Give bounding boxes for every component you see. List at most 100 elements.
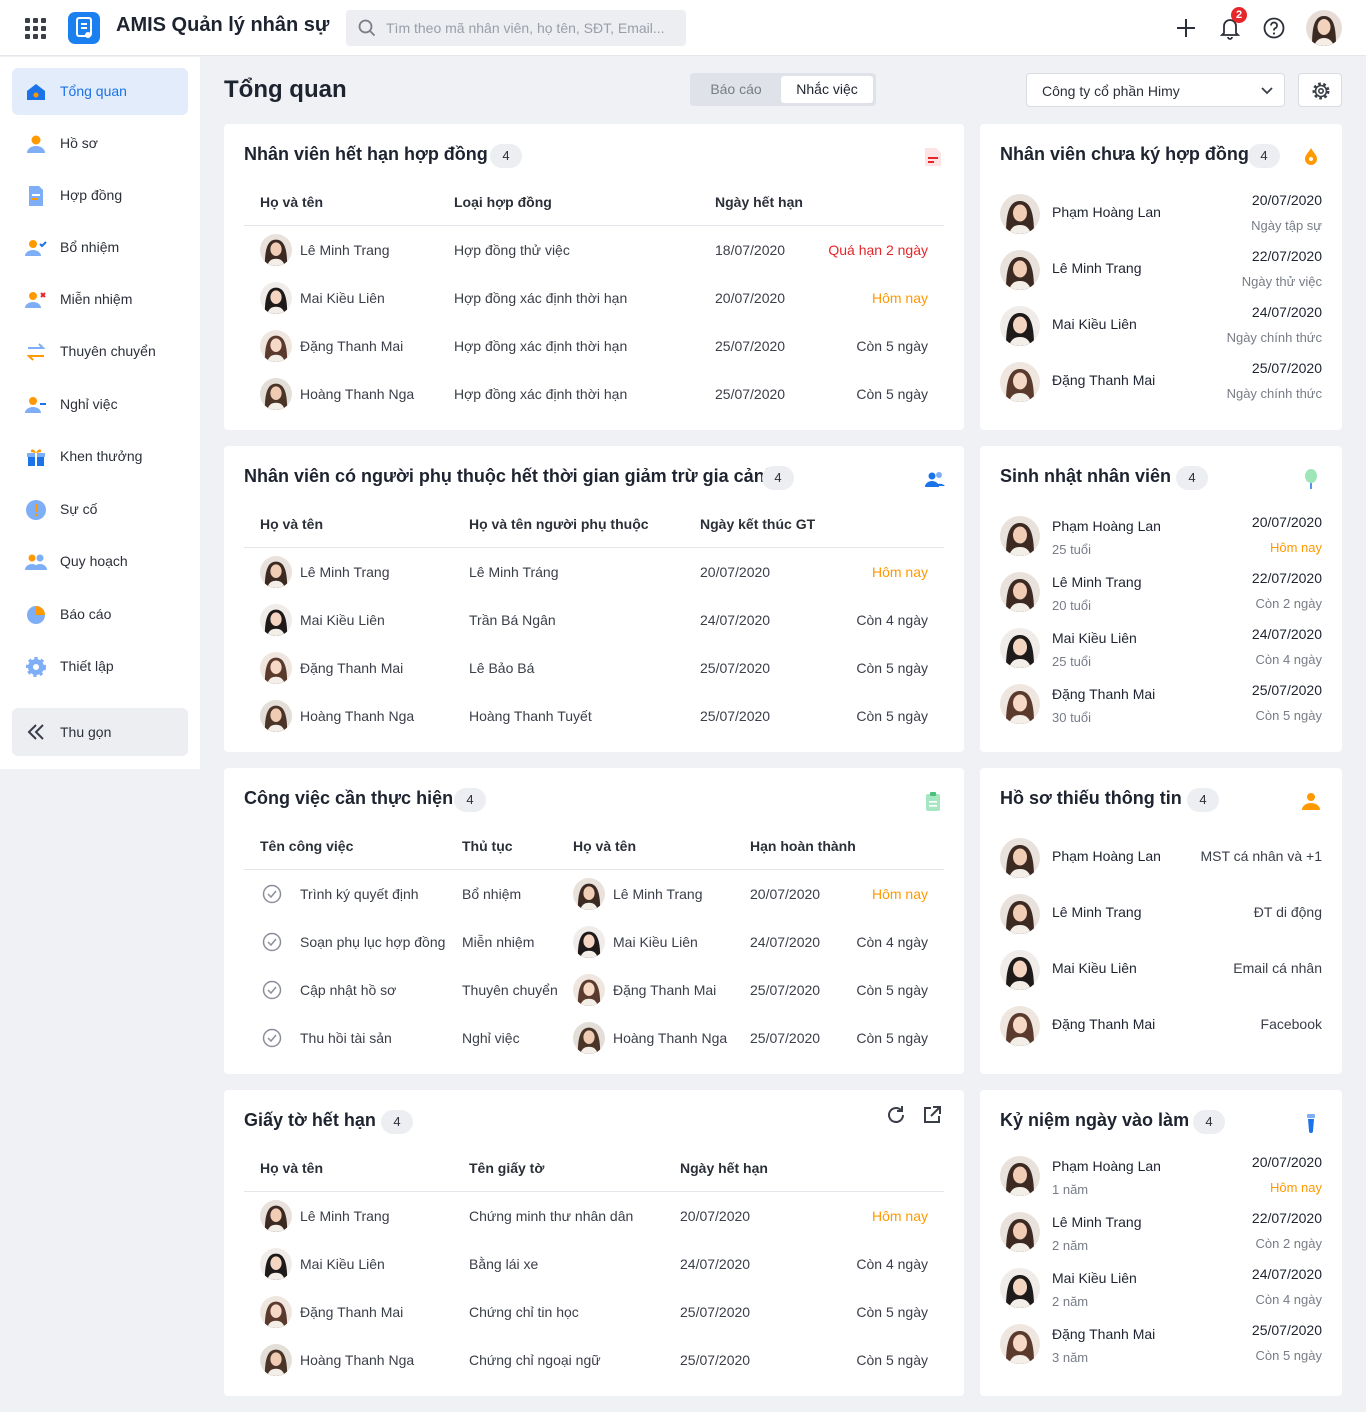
employee-name[interactable]: Lê Minh Trang [1052, 1214, 1142, 1230]
employee-name[interactable]: Mai Kiều Liên [1052, 960, 1137, 976]
search-input[interactable] [386, 10, 676, 46]
user-avatar[interactable] [1306, 10, 1342, 46]
list-item[interactable]: Đặng Thanh Mai 3 năm 25/07/2020 Còn 5 ngày [980, 1316, 1342, 1372]
sidebar-item-contract[interactable]: Hợp đồng [12, 172, 188, 219]
sidebar-item-overview[interactable]: Tổng quan [12, 68, 188, 115]
list-item[interactable]: Đặng Thanh Mai 30 tuổi 25/07/2020 Còn 5 ngà… [980, 676, 1342, 732]
check-circle-icon[interactable] [262, 980, 282, 1005]
employee-name[interactable]: Mai Kiều Liên [1052, 1270, 1137, 1286]
employee-name[interactable]: Đặng Thanh Mai [300, 660, 403, 676]
employee-name[interactable]: Hoàng Thanh Nga [300, 386, 414, 402]
employee-name[interactable]: Lê Minh Trang [300, 564, 390, 580]
employee-name[interactable]: Đặng Thanh Mai [300, 338, 403, 354]
sidebar-item-dismiss[interactable]: Miễn nhiệm [12, 276, 188, 323]
list-item[interactable]: Mai Kiều Liên 25 tuổi 24/07/2020 Còn 4 ngày [980, 620, 1342, 676]
employee-name[interactable]: Phạm Hoàng Lan [1052, 204, 1161, 220]
tab-reminders[interactable]: Nhắc việc [781, 76, 873, 103]
employee-name[interactable]: Lê Minh Trang [1052, 574, 1142, 590]
employee-name[interactable]: Đặng Thanh Mai [1052, 1326, 1155, 1342]
table-row[interactable]: Lê Minh Trang Hợp đồng thử việc 18/07/2020… [224, 226, 964, 274]
refresh-icon[interactable] [885, 1104, 907, 1126]
employee-name[interactable]: Mai Kiều Liên [300, 290, 385, 306]
employee-name[interactable]: Mai Kiều Liên [1052, 630, 1137, 646]
employee-name[interactable]: Lê Minh Trang [300, 242, 390, 258]
employee-name[interactable]: Lê Minh Trang [613, 886, 703, 902]
list-item[interactable]: Phạm Hoàng Lan MST cá nhân và +1 [980, 830, 1342, 886]
employee-name[interactable]: Đặng Thanh Mai [613, 982, 716, 998]
table-row[interactable]: Cập nhật hồ sơ Thuyên chuyển Đặng Thanh Ma… [224, 966, 964, 1014]
list-item[interactable]: Lê Minh Trang 20 tuổi 22/07/2020 Còn 2 ngày [980, 564, 1342, 620]
sidebar-item-report[interactable]: Báo cáo [12, 591, 188, 638]
list-item[interactable]: Phạm Hoàng Lan 20/07/2020 Ngày tập sự [980, 186, 1342, 242]
employee-name[interactable]: Phạm Hoàng Lan [1052, 848, 1161, 864]
collapse-button[interactable]: Thu gọn [12, 708, 188, 756]
table-row[interactable]: Đặng Thanh Mai Lê Bảo Bá 25/07/2020 Còn 5 n… [224, 644, 964, 692]
list-item[interactable]: Đặng Thanh Mai Facebook [980, 998, 1342, 1054]
table-row[interactable]: Mai Kiều Liên Trần Bá Ngân 24/07/2020 Còn 4… [224, 596, 964, 644]
sidebar-item-incident[interactable]: Sự cố [12, 486, 188, 533]
app-grid-icon[interactable] [24, 16, 48, 40]
table-row[interactable]: Lê Minh Trang Lê Minh Tráng 20/07/2020 Hôm … [224, 548, 964, 596]
table-row[interactable]: Lê Minh Trang Chứng minh thư nhân dân 20/0… [224, 1192, 964, 1240]
table-row[interactable]: Hoàng Thanh Nga Chứng chỉ ngoại ngữ 25/07/… [224, 1336, 964, 1384]
employee-name[interactable]: Mai Kiều Liên [300, 612, 385, 628]
employee-name[interactable]: Đặng Thanh Mai [1052, 686, 1155, 702]
table-row[interactable]: Hoàng Thanh Nga Hợp đồng xác định thời hạ… [224, 370, 964, 418]
check-circle-icon[interactable] [262, 1028, 282, 1053]
employee-name[interactable]: Mai Kiều Liên [300, 1256, 385, 1272]
status-text: Còn 4 ngày [1255, 1292, 1323, 1307]
employee-name[interactable]: Mai Kiều Liên [613, 934, 698, 950]
employee-name[interactable]: Hoàng Thanh Nga [300, 708, 414, 724]
sidebar-item-profile[interactable]: Hồ sơ [12, 120, 188, 167]
table-row[interactable]: Soạn phụ lục hợp đồng Miễn nhiệm Mai Kiều … [224, 918, 964, 966]
list-item[interactable]: Lê Minh Trang 22/07/2020 Ngày thử việc [980, 242, 1342, 298]
due-date: 25/07/2020 [750, 1030, 821, 1046]
employee-name[interactable]: Lê Minh Trang [300, 1208, 390, 1224]
open-external-icon[interactable] [921, 1104, 943, 1126]
card-title: Nhân viên có người phụ thuộc hết thời gi… [244, 466, 776, 486]
company-select[interactable]: Công ty cổ phần Himy [1026, 73, 1285, 107]
employee-name[interactable]: Hoàng Thanh Nga [300, 1352, 414, 1368]
table-row[interactable]: Thu hồi tài sản Nghỉ việc Hoàng Thanh Nga 2… [224, 1014, 964, 1062]
sidebar-item-reward[interactable]: Khen thưởng [12, 433, 188, 480]
list-item[interactable]: Lê Minh Trang ĐT di động [980, 886, 1342, 942]
sidebar-item-settings[interactable]: Thiết lập [12, 643, 188, 690]
table-row[interactable]: Đặng Thanh Mai Chứng chỉ tin học 25/07/202… [224, 1288, 964, 1336]
employee-name[interactable]: Đặng Thanh Mai [300, 1304, 403, 1320]
employee-name[interactable]: Lê Minh Trang [1052, 904, 1142, 920]
sidebar-item-label: Bổ nhiệm [60, 239, 120, 255]
employee-name[interactable]: Đặng Thanh Mai [1052, 372, 1155, 388]
list-item[interactable]: Mai Kiều Liên 2 năm 24/07/2020 Còn 4 ngày [980, 1260, 1342, 1316]
list-item[interactable]: Phạm Hoàng Lan 25 tuổi 20/07/2020 Hôm nay [980, 508, 1342, 564]
status-text: Hôm nay [1269, 540, 1322, 555]
employee-name[interactable]: Lê Minh Trang [1052, 260, 1142, 276]
table-row[interactable]: Hoàng Thanh Nga Hoàng Thanh Tuyết 25/07/20… [224, 692, 964, 740]
sidebar-item-resign[interactable]: Nghỉ việc [12, 381, 188, 428]
check-circle-icon[interactable] [262, 884, 282, 909]
table-row[interactable]: Trình ký quyết định Bổ nhiệm Lê Minh Trang… [224, 870, 964, 918]
list-item[interactable]: Mai Kiều Liên Email cá nhân [980, 942, 1342, 998]
employee-name[interactable]: Hoàng Thanh Nga [613, 1030, 727, 1046]
employee-name[interactable]: Đặng Thanh Mai [1052, 1016, 1155, 1032]
sidebar-item-appoint[interactable]: Bổ nhiệm [12, 224, 188, 271]
sidebar-item-transfer[interactable]: Thuyên chuyển [12, 328, 188, 375]
help-icon[interactable] [1260, 14, 1288, 42]
list-item[interactable]: Đặng Thanh Mai 25/07/2020 Ngày chính thức [980, 354, 1342, 410]
add-icon[interactable] [1172, 14, 1200, 42]
check-circle-icon[interactable] [262, 932, 282, 957]
app-logo-icon[interactable] [68, 12, 100, 44]
search-box[interactable] [346, 10, 686, 46]
tab-report[interactable]: Báo cáo [693, 76, 779, 103]
employee-name[interactable]: Phạm Hoàng Lan [1052, 518, 1161, 534]
table-row[interactable]: Mai Kiều Liên Bằng lái xe 24/07/2020 Còn 4 … [224, 1240, 964, 1288]
list-item[interactable]: Phạm Hoàng Lan 1 năm 20/07/2020 Hôm nay [980, 1148, 1342, 1204]
avatar [1000, 194, 1040, 234]
employee-name[interactable]: Mai Kiều Liên [1052, 316, 1137, 332]
dashboard-settings-button[interactable] [1298, 73, 1342, 107]
sidebar-item-planning[interactable]: Quy hoạch [12, 538, 188, 585]
table-row[interactable]: Mai Kiều Liên Hợp đồng xác định thời hạn 2… [224, 274, 964, 322]
employee-name[interactable]: Phạm Hoàng Lan [1052, 1158, 1161, 1174]
table-row[interactable]: Đặng Thanh Mai Hợp đồng xác định thời hạn… [224, 322, 964, 370]
list-item[interactable]: Mai Kiều Liên 24/07/2020 Ngày chính thức [980, 298, 1342, 354]
list-item[interactable]: Lê Minh Trang 2 năm 22/07/2020 Còn 2 ngày [980, 1204, 1342, 1260]
